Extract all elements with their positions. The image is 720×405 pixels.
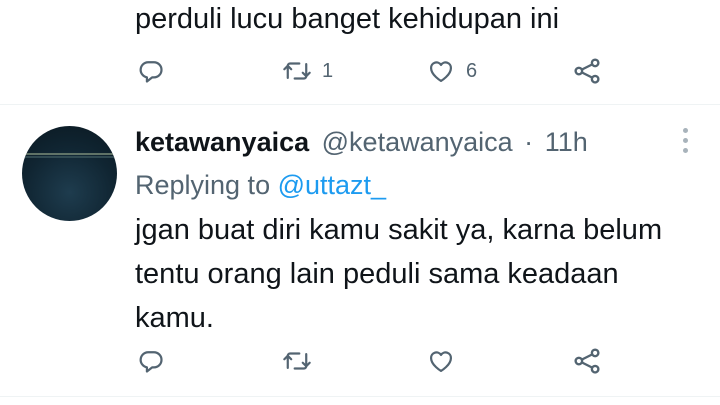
heart-icon — [426, 57, 456, 85]
avatar-detail — [22, 156, 117, 158]
tweet-header: ketawanyaica @ketawanyaica · 11h — [135, 124, 588, 160]
previous-tweet[interactable]: perduli lucu banget kehidupan ini 1 6 — [0, 0, 720, 104]
retweet-button[interactable]: 1 — [282, 57, 333, 85]
retweet-button[interactable] — [282, 347, 322, 375]
timestamp[interactable]: 11h — [545, 127, 588, 157]
replying-prefix: Replying to — [135, 170, 271, 200]
separator: · — [524, 127, 534, 157]
share-button[interactable] — [572, 56, 602, 86]
retweet-icon — [282, 57, 312, 85]
share-button[interactable] — [572, 346, 602, 376]
heart-icon — [426, 347, 456, 375]
reply-icon — [137, 347, 165, 375]
avatar[interactable] — [22, 126, 117, 221]
reply-icon — [137, 57, 165, 85]
user-handle[interactable]: @ketawanyaica — [322, 127, 513, 157]
retweet-icon — [282, 347, 312, 375]
like-count: 6 — [466, 60, 478, 82]
avatar-detail — [22, 153, 117, 155]
like-button[interactable] — [426, 347, 466, 375]
more-icon[interactable] — [679, 128, 691, 154]
share-icon — [572, 346, 602, 376]
tweet-text: perduli lucu banget kehidupan ini — [135, 3, 560, 35]
reply-button[interactable] — [137, 57, 175, 85]
like-button[interactable]: 6 — [426, 57, 477, 85]
retweet-count: 1 — [322, 60, 334, 82]
replying-to: Replying to @uttazt_ — [135, 168, 386, 202]
tweet-divider — [0, 396, 720, 397]
tweet-divider — [0, 104, 720, 105]
mention-link[interactable]: @uttazt_ — [278, 170, 386, 200]
display-name[interactable]: ketawanyaica — [135, 127, 309, 157]
share-icon — [572, 56, 602, 86]
tweet-text: jgan buat diri kamu sakit ya, karna belu… — [135, 214, 663, 334]
reply-button[interactable] — [137, 347, 175, 375]
